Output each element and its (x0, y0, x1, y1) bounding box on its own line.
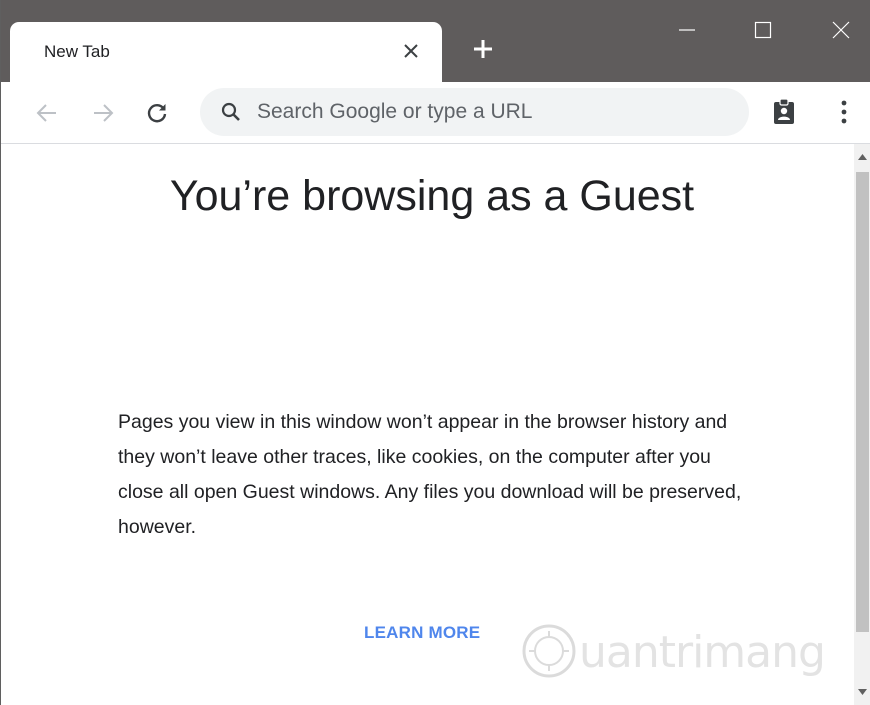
watermark: uantrimang (515, 615, 830, 693)
minimize-button[interactable] (664, 10, 710, 50)
omnibox-input[interactable] (257, 88, 727, 136)
watermark-logo-icon (522, 624, 576, 678)
maximize-button[interactable] (740, 10, 786, 50)
page-description: Pages you view in this window won’t appe… (118, 411, 742, 538)
arrow-left-icon (36, 104, 56, 122)
browser-window: New Tab Search Google or type a URL You’… (0, 0, 870, 705)
scroll-up-button[interactable] (854, 148, 870, 166)
close-icon (832, 21, 850, 39)
reload-icon (147, 104, 167, 123)
close-window-button[interactable] (818, 10, 864, 50)
scroll-down-button[interactable] (854, 683, 870, 701)
more-vert-icon (841, 100, 847, 124)
vertical-scrollbar[interactable] (854, 144, 870, 705)
tab-close-button[interactable] (394, 34, 428, 68)
scrollbar-thumb[interactable] (856, 172, 869, 632)
triangle-up-icon (858, 154, 867, 160)
tab-new-tab[interactable]: New Tab (10, 22, 442, 82)
close-icon (404, 44, 418, 58)
guest-badge-icon (774, 98, 794, 124)
learn-more-link[interactable]: LEARN MORE (364, 623, 480, 643)
menu-button[interactable] (826, 94, 862, 130)
search-icon (221, 102, 240, 121)
reload-button[interactable] (139, 95, 175, 131)
triangle-down-icon (858, 689, 867, 695)
new-tab-button[interactable] (464, 30, 502, 68)
omnibox[interactable] (200, 88, 749, 136)
title-bar: New Tab (1, 0, 870, 82)
page-heading: You’re browsing as a Guest (169, 172, 695, 220)
watermark-text: uantrimang (579, 627, 826, 678)
guest-profile-button[interactable] (766, 94, 802, 130)
plus-icon (474, 40, 492, 58)
tab-title: New Tab (44, 42, 110, 61)
minimize-icon (679, 29, 695, 31)
back-button[interactable] (29, 95, 65, 131)
arrow-right-icon (94, 104, 114, 122)
toolbar (1, 82, 870, 144)
forward-button[interactable] (85, 95, 121, 131)
maximize-icon (754, 21, 772, 39)
